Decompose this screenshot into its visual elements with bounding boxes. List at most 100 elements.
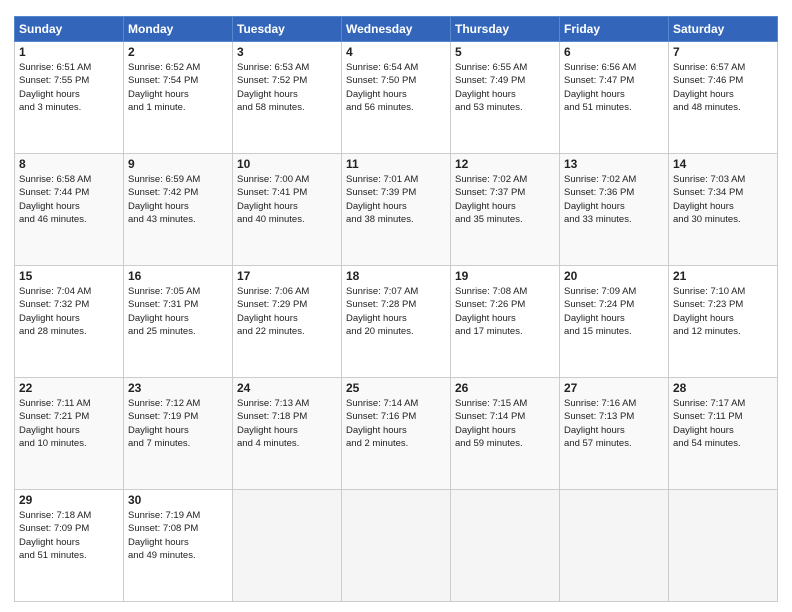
calendar-cell: 2 Sunrise: 6:52 AMSunset: 7:54 PMDayligh… [124,42,233,154]
daylight-duration: and 1 minute. [128,102,186,113]
sunrise-info: Sunrise: 7:16 AM [564,398,636,409]
calendar-cell: 17 Sunrise: 7:06 AM Sunset: 7:29 PM Daylig… [233,266,342,378]
sunset-info: Sunset: 7:16 PM [346,411,416,422]
calendar-cell: 9 Sunrise: 6:59 AMSunset: 7:42 PMDayligh… [124,154,233,266]
daylight-hours-label: Daylight hours [237,313,298,324]
calendar-cell: 12 Sunrise: 7:02 AMSunset: 7:37 PMDaylig… [451,154,560,266]
day-info: Sunrise: 7:14 AM Sunset: 7:16 PM Daylight … [346,397,446,450]
day-info: Sunrise: 7:18 AMSunset: 7:09 PMDaylight … [19,509,119,562]
daylight-duration: and 7 minutes. [128,438,190,449]
sunrise-info: Sunrise: 7:12 AM [128,398,200,409]
day-number: 4 [346,45,446,59]
sunset-info: Sunset: 7:19 PM [128,411,198,422]
day-info: Sunrise: 7:02 AMSunset: 7:37 PMDaylight … [455,173,555,226]
daylight-duration: and 46 minutes. [19,214,87,225]
calendar-cell: 26 Sunrise: 7:15 AMSunset: 7:14 PMDaylig… [451,378,560,490]
day-number: 27 [564,381,664,395]
daylight-hours-label: Daylight hours [346,425,407,436]
sunset-info: Sunset: 7:23 PM [673,299,743,310]
sunset-info: Sunset: 7:55 PM [19,75,89,86]
daylight-hours-label: Daylight hours [455,313,516,324]
calendar-cell: 19 Sunrise: 7:08 AMSunset: 7:26 PMDaylig… [451,266,560,378]
sunset-info: Sunset: 7:24 PM [564,299,634,310]
daylight-duration: and 56 minutes. [346,102,414,113]
daylight-hours-label: Daylight hours [237,201,298,212]
day-number: 5 [455,45,555,59]
day-number: 8 [19,157,119,171]
daylight-duration: and 54 minutes. [673,438,741,449]
daylight-hours-label: Daylight hours [19,313,80,324]
calendar-cell: 23 Sunrise: 7:12 AMSunset: 7:19 PMDaylig… [124,378,233,490]
sunrise-info: Sunrise: 7:06 AM [237,286,309,297]
day-number: 19 [455,269,555,283]
calendar-cell: 6 Sunrise: 6:56 AMSunset: 7:47 PMDayligh… [560,42,669,154]
sunrise-info: Sunrise: 6:52 AM [128,62,200,73]
day-number: 28 [673,381,773,395]
sunrise-info: Sunrise: 7:04 AM [19,286,91,297]
daylight-duration: and 25 minutes. [128,326,196,337]
sunset-info: Sunset: 7:29 PM [237,299,307,310]
day-info: Sunrise: 7:12 AMSunset: 7:19 PMDaylight … [128,397,228,450]
weekday-header-friday: Friday [560,17,669,42]
sunset-info: Sunset: 7:31 PM [128,299,198,310]
daylight-duration: and 35 minutes. [455,214,523,225]
day-number: 2 [128,45,228,59]
sunrise-info: Sunrise: 7:15 AM [455,398,527,409]
sunrise-info: Sunrise: 7:14 AM [346,398,418,409]
daylight-duration: and 59 minutes. [455,438,523,449]
day-info: Sunrise: 7:02 AMSunset: 7:36 PMDaylight … [564,173,664,226]
daylight-hours-label: Daylight hours [128,201,189,212]
daylight-hours-label: Daylight hours [19,425,80,436]
sunset-info: Sunset: 7:42 PM [128,187,198,198]
day-info: Sunrise: 7:05 AMSunset: 7:31 PMDaylight … [128,285,228,338]
day-number: 14 [673,157,773,171]
day-info: Sunrise: 7:03 AMSunset: 7:34 PMDaylight … [673,173,773,226]
calendar-cell [342,490,451,602]
calendar-cell: 13 Sunrise: 7:02 AMSunset: 7:36 PMDaylig… [560,154,669,266]
sunrise-info: Sunrise: 6:59 AM [128,174,200,185]
daylight-hours-label: Daylight hours [346,201,407,212]
daylight-hours-label: Daylight hours [128,89,189,100]
day-info: Sunrise: 7:01 AMSunset: 7:39 PMDaylight … [346,173,446,226]
daylight-hours-label: Daylight hours [564,313,625,324]
sunset-info: Sunset: 7:08 PM [128,523,198,534]
calendar-cell: 14 Sunrise: 7:03 AMSunset: 7:34 PMDaylig… [669,154,778,266]
day-number: 13 [564,157,664,171]
sunrise-info: Sunrise: 7:02 AM [455,174,527,185]
sunrise-info: Sunrise: 6:51 AM [19,62,91,73]
sunset-info: Sunset: 7:46 PM [673,75,743,86]
page: General Blue SundayMondayTuesdayWednesda… [0,0,792,612]
daylight-hours-label: Daylight hours [673,313,734,324]
sunrise-info: Sunrise: 7:10 AM [673,286,745,297]
daylight-duration: and 22 minutes. [237,326,305,337]
daylight-hours-label: Daylight hours [237,89,298,100]
calendar-cell [233,490,342,602]
sunset-info: Sunset: 7:52 PM [237,75,307,86]
day-number: 16 [128,269,228,283]
daylight-duration: and 51 minutes. [564,102,632,113]
day-number: 29 [19,493,119,507]
day-info: Sunrise: 7:00 AMSunset: 7:41 PMDaylight … [237,173,337,226]
daylight-hours-label: Daylight hours [19,201,80,212]
sunrise-info: Sunrise: 7:07 AM [346,286,418,297]
daylight-duration: and 49 minutes. [128,550,196,561]
sunset-info: Sunset: 7:34 PM [673,187,743,198]
daylight-hours-label: Daylight hours [128,537,189,548]
day-number: 23 [128,381,228,395]
daylight-duration: and 53 minutes. [455,102,523,113]
sunset-info: Sunset: 7:18 PM [237,411,307,422]
sunset-info: Sunset: 7:49 PM [455,75,525,86]
sunset-info: Sunset: 7:32 PM [19,299,89,310]
sunrise-info: Sunrise: 7:17 AM [673,398,745,409]
day-number: 17 [237,269,337,283]
daylight-duration: and 2 minutes. [346,438,408,449]
day-number: 20 [564,269,664,283]
daylight-hours-label: Daylight hours [455,425,516,436]
calendar-cell: 8 Sunrise: 6:58 AMSunset: 7:44 PMDayligh… [15,154,124,266]
calendar-cell: 7 Sunrise: 6:57 AMSunset: 7:46 PMDayligh… [669,42,778,154]
calendar-cell [669,490,778,602]
daylight-hours-label: Daylight hours [455,89,516,100]
daylight-hours-label: Daylight hours [673,89,734,100]
calendar-cell: 21 Sunrise: 7:10 AMSunset: 7:23 PMDaylig… [669,266,778,378]
sunset-info: Sunset: 7:44 PM [19,187,89,198]
